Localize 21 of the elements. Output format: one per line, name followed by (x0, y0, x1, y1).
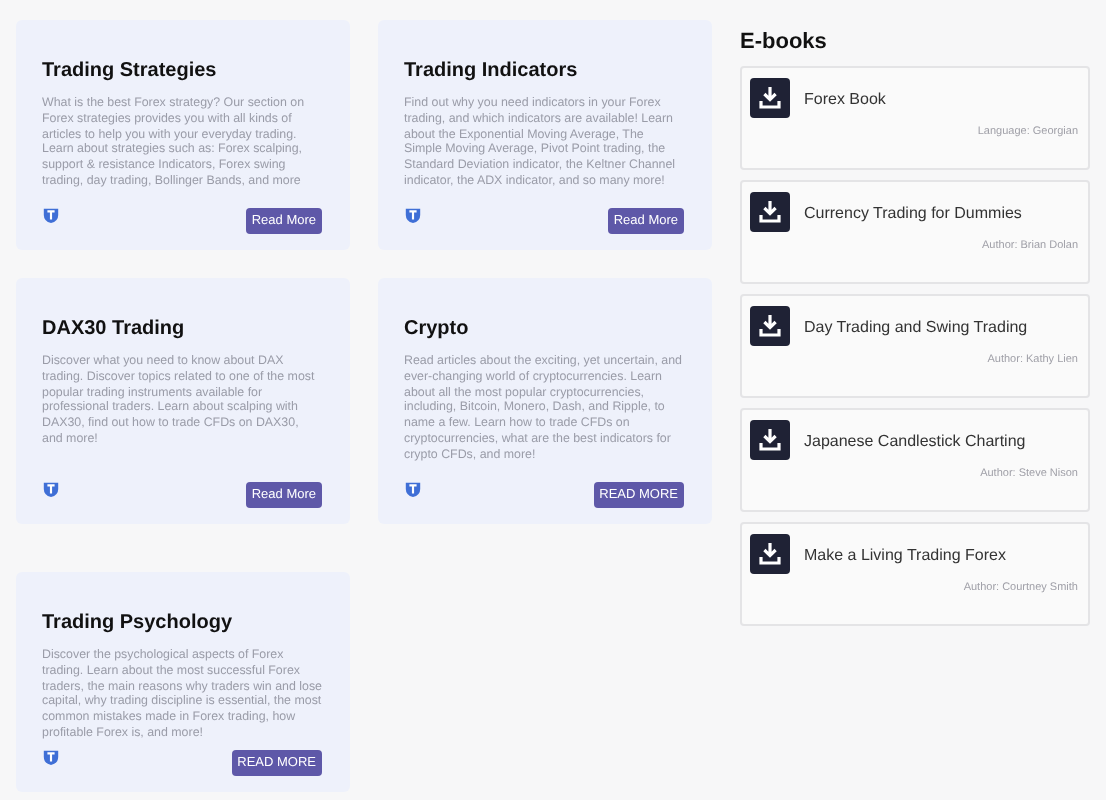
card-title: Trading Indicators (404, 60, 580, 82)
shield-logo-icon (42, 206, 60, 224)
shield-logo-icon (404, 206, 422, 224)
ebook-title: Day Trading and Swing Trading (804, 317, 1028, 335)
ebook-title: Japanese Candlestick Charting (804, 431, 1026, 449)
download-icon[interactable] (750, 306, 790, 346)
card-title: Crypto (404, 318, 471, 340)
shield-logo-icon (42, 748, 60, 766)
download-icon[interactable] (750, 192, 790, 232)
section-title: E-books (740, 30, 829, 54)
ebook-title: Make a Living Trading Forex (804, 545, 1006, 563)
card-title: Trading Psychology (42, 612, 235, 634)
shield-logo-icon (42, 480, 60, 498)
download-icon[interactable] (750, 534, 790, 574)
ebook-title: Currency Trading for Dummies (804, 203, 1022, 221)
card-title: DAX30 Trading (42, 318, 187, 340)
ebook-title: Forex Book (804, 89, 886, 107)
download-icon[interactable] (750, 78, 790, 118)
shield-logo-icon (404, 480, 422, 498)
card-title: Trading Strategies (42, 60, 219, 82)
download-icon[interactable] (750, 420, 790, 460)
